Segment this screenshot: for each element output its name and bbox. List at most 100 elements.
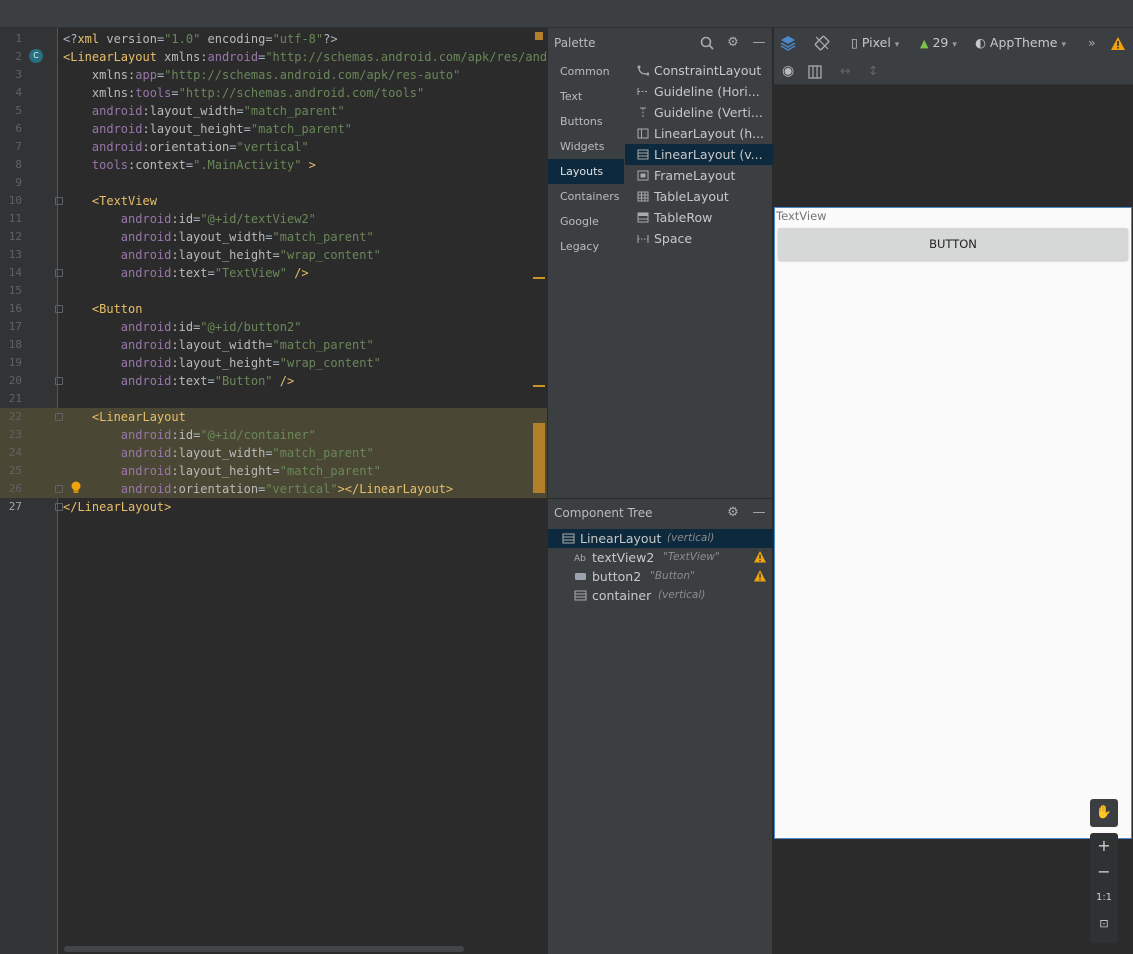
layers-icon[interactable] [780,35,796,51]
gear-icon[interactable]: ⚙ [726,36,740,50]
palette-item[interactable]: LinearLayout (v... [625,144,773,165]
code-line[interactable]: 24 android:layout_width="match_parent" [0,444,547,462]
zoom-in-button[interactable]: + [1090,833,1118,859]
code-line[interactable]: 17 android:id="@+id/button2" [0,318,547,336]
error-stripe-mark[interactable] [533,385,545,387]
fold-marker[interactable] [55,305,63,313]
code-text: android:layout_height="wrap_content" [63,246,381,264]
palette-item[interactable]: ConstraintLayout [625,60,773,81]
palette-item[interactable]: TableRow [625,207,773,228]
palette-category-layouts[interactable]: Layouts [548,159,624,184]
constraint-layout-icon [637,65,649,76]
code-line[interactable]: 14 android:text="TextView" /> [0,264,547,282]
code-line[interactable]: 25 android:layout_height="match_parent" [0,462,547,480]
code-line[interactable]: 9 [0,174,547,192]
code-line[interactable]: 19 android:layout_height="wrap_content" [0,354,547,372]
code-line[interactable]: 4 xmlns:tools="http://schemas.android.co… [0,84,547,102]
code-line[interactable]: 26 android:orientation="vertical"></Line… [0,480,547,498]
warning-icon[interactable] [1110,36,1126,52]
palette-item[interactable]: LinearLayout (h... [625,123,773,144]
code-token: xml [77,32,100,46]
xml-code-editor[interactable]: 1 <?xml version="1.0" encoding="utf-8"?> 2… [0,28,547,954]
code-token: "vertical" [265,482,338,496]
tree-node[interactable]: LinearLayout (vertical) [548,529,773,548]
code-line[interactable]: 20 android:text="Button" /> [0,372,547,390]
zoom-reset-button[interactable]: 1:1 [1090,885,1118,911]
palette-category-buttons[interactable]: Buttons [548,109,624,134]
code-line[interactable]: 21 [0,390,547,408]
code-line[interactable]: 3 xmlns:app="http://schemas.android.com/… [0,66,547,84]
tree-node[interactable]: button2 "Button" [548,567,773,586]
zoom-out-button[interactable]: − [1090,859,1118,885]
palette-category-common[interactable]: Common [548,59,624,84]
code-line[interactable]: 7 android:orientation="vertical" [0,138,547,156]
code-line[interactable]: 22 <LinearLayout [0,408,547,426]
class-gutter-icon[interactable]: C [29,49,43,63]
code-line[interactable]: 2 <LinearLayout xmlns:android="http://sch… [0,48,547,66]
fold-marker[interactable] [55,197,63,205]
warning-icon[interactable] [753,550,767,564]
palette-item[interactable]: Space [625,228,773,249]
palette-item[interactable]: FrameLayout [625,165,773,186]
tree-node[interactable]: Ab textView2 "TextView" [548,548,773,567]
error-stripe-mark[interactable] [533,277,545,279]
tree-node[interactable]: container (vertical) [548,586,773,605]
orientation-icon[interactable] [814,35,830,51]
preview-textview[interactable]: TextView [776,209,827,223]
palette-item[interactable]: Guideline (Verti... [625,102,773,123]
device-selector[interactable]: ▯ Pixel ▾ [851,35,899,50]
horizontal-expand-icon[interactable]: ↔ [840,63,850,78]
api-level-selector[interactable]: ▲ 29 ▾ [920,35,957,50]
horizontal-scrollbar[interactable] [64,946,464,952]
pan-button[interactable]: ✋ [1090,799,1118,827]
blueprint-columns-icon[interactable] [807,64,823,80]
gear-icon[interactable]: ⚙ [726,506,740,520]
code-text: android:layout_height="match_parent" [63,462,381,480]
preview-button[interactable]: BUTTON [778,228,1128,260]
palette-category-legacy[interactable]: Legacy [548,234,624,259]
design-surface[interactable]: ▯ Pixel ▾ ▲ 29 ▾ ◐ AppTheme ▾ » ◉ ↔ ↕ Te… [774,28,1133,954]
code-token: "TextView" [214,266,287,280]
palette-category-google[interactable]: Google [548,209,624,234]
device-preview[interactable]: TextView BUTTON [774,207,1132,839]
fold-marker[interactable] [55,413,63,421]
code-token: android [63,230,172,244]
code-line[interactable]: 13 android:layout_height="wrap_content" [0,246,547,264]
code-line[interactable]: 10 <TextView [0,192,547,210]
tree-node-label: container [592,588,652,603]
code-line[interactable]: 1 <?xml version="1.0" encoding="utf-8"?> [0,30,547,48]
lightbulb-icon[interactable] [70,481,82,495]
code-line[interactable]: 6 android:layout_height="match_parent" [0,120,547,138]
code-line[interactable]: 5 android:layout_width="match_parent" [0,102,547,120]
search-icon[interactable] [700,36,714,50]
fold-marker[interactable] [55,485,63,493]
minimize-icon[interactable]: — [752,506,766,520]
code-line[interactable]: 12 android:layout_width="match_parent" [0,228,547,246]
palette-item[interactable]: Guideline (Hori... [625,81,773,102]
fold-marker[interactable] [55,269,63,277]
code-token: /> [272,374,295,388]
theme-selector[interactable]: ◐ AppTheme ▾ [975,35,1066,50]
fit-screen-icon[interactable]: ⊡ [1090,911,1118,937]
code-line[interactable]: 15 [0,282,547,300]
code-line[interactable]: 23 android:id="@+id/container" [0,426,547,444]
code-line[interactable]: 11 android:id="@+id/textView2" [0,210,547,228]
palette-item[interactable]: TableLayout [625,186,773,207]
code-line[interactable]: 18 android:layout_width="match_parent" [0,336,547,354]
fold-marker[interactable] [55,377,63,385]
fold-marker[interactable] [55,503,63,511]
palette-category-text[interactable]: Text [548,84,624,109]
palette-category-widgets[interactable]: Widgets [548,134,624,159]
eye-icon[interactable]: ◉ [782,63,794,79]
palette-category-containers[interactable]: Containers [548,184,624,209]
code-line[interactable]: 8 tools:context=".MainActivity" > [0,156,547,174]
error-stripe-highlight[interactable] [533,423,545,493]
chevron-down-icon: ▾ [894,40,900,50]
minimize-icon[interactable]: — [752,36,766,50]
inspection-status-icon[interactable] [535,32,543,40]
vertical-expand-icon[interactable]: ↕ [868,63,878,78]
code-line[interactable]: 27 </LinearLayout> [0,498,547,516]
code-line[interactable]: 16 <Button [0,300,547,318]
overflow-chevron-icon[interactable]: » [1088,35,1096,50]
warning-icon[interactable] [753,569,767,583]
